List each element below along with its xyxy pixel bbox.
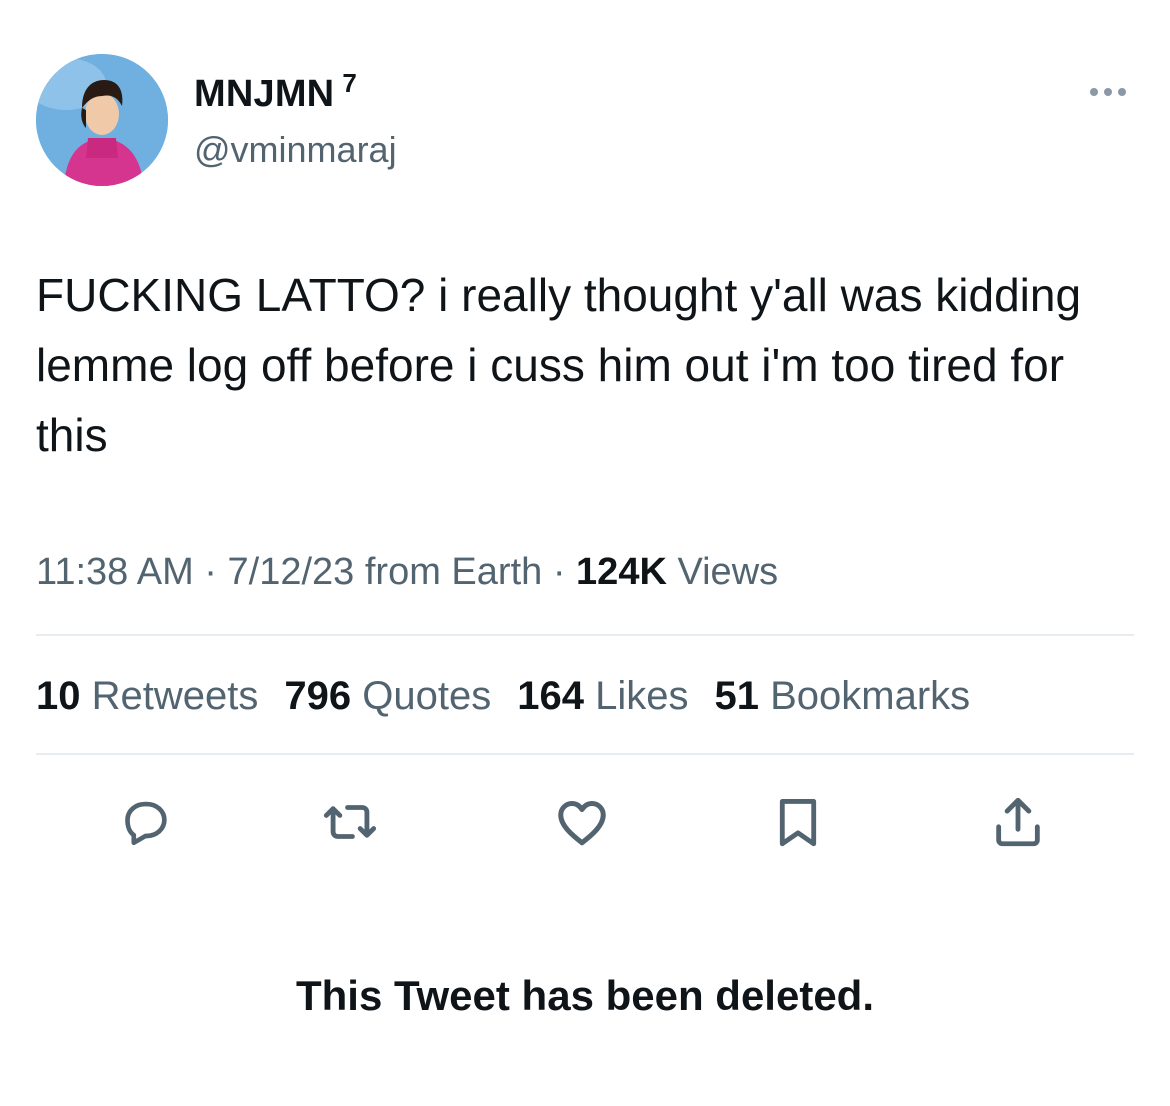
divider <box>36 753 1134 755</box>
tweet-source: from Earth <box>364 551 543 593</box>
reply-button[interactable] <box>113 790 177 854</box>
meta-separator: · <box>552 551 566 593</box>
avatar[interactable] <box>36 54 168 186</box>
retweets-stat[interactable]: 10 Retweets <box>36 668 258 724</box>
retweets-count: 10 <box>36 674 81 718</box>
retweet-button[interactable] <box>318 790 382 854</box>
handle[interactable]: @vminmaraj <box>194 128 397 172</box>
views-label: Views <box>677 551 779 593</box>
meta-separator: · <box>204 551 217 593</box>
divider <box>36 634 1134 636</box>
more-dot-icon <box>1090 88 1098 96</box>
bookmark-button[interactable] <box>766 790 830 854</box>
share-icon <box>996 797 1040 847</box>
bookmarks-count: 51 <box>714 674 759 718</box>
retweets-label: Retweets <box>91 674 259 718</box>
quotes-count: 796 <box>284 674 352 718</box>
bookmarks-stat[interactable]: 51 Bookmarks <box>714 668 970 724</box>
display-name[interactable]: MNJMN 7 <box>194 68 357 119</box>
deleted-notice: This Tweet has been deleted. <box>295 972 875 1019</box>
name-badge: 7 <box>342 68 357 98</box>
profile-photo <box>36 54 168 186</box>
tweet-text: FUCKING LATTO? i really thought y'all wa… <box>36 269 1082 461</box>
quotes-label: Quotes <box>362 674 492 718</box>
like-icon <box>558 801 606 846</box>
likes-stat[interactable]: 164 Likes <box>517 668 688 724</box>
more-dot-icon <box>1118 88 1126 96</box>
views-count: 124K <box>576 551 667 593</box>
tweet-meta: 11:38 AM · 7/12/23 from Earth · 124K Vie… <box>36 546 778 598</box>
more-dot-icon <box>1104 88 1112 96</box>
tweet-date[interactable]: 7/12/23 <box>228 551 355 593</box>
like-button[interactable] <box>550 790 614 854</box>
display-name-text: MNJMN <box>194 73 335 115</box>
quotes-stat[interactable]: 796 Quotes <box>284 668 491 724</box>
bookmarks-label: Bookmarks <box>770 674 971 718</box>
reply-icon <box>125 801 167 846</box>
share-button[interactable] <box>986 790 1050 854</box>
retweet-icon <box>323 805 377 839</box>
tweet-time[interactable]: 11:38 AM <box>36 551 194 593</box>
action-bar <box>0 790 1170 854</box>
likes-label: Likes <box>595 674 689 718</box>
engagement-stats: 10 Retweets 796 Quotes 164 Likes 51 Book… <box>36 668 970 724</box>
likes-count: 164 <box>517 674 584 718</box>
bookmark-icon <box>779 799 817 847</box>
more-options-button[interactable] <box>1084 80 1132 104</box>
